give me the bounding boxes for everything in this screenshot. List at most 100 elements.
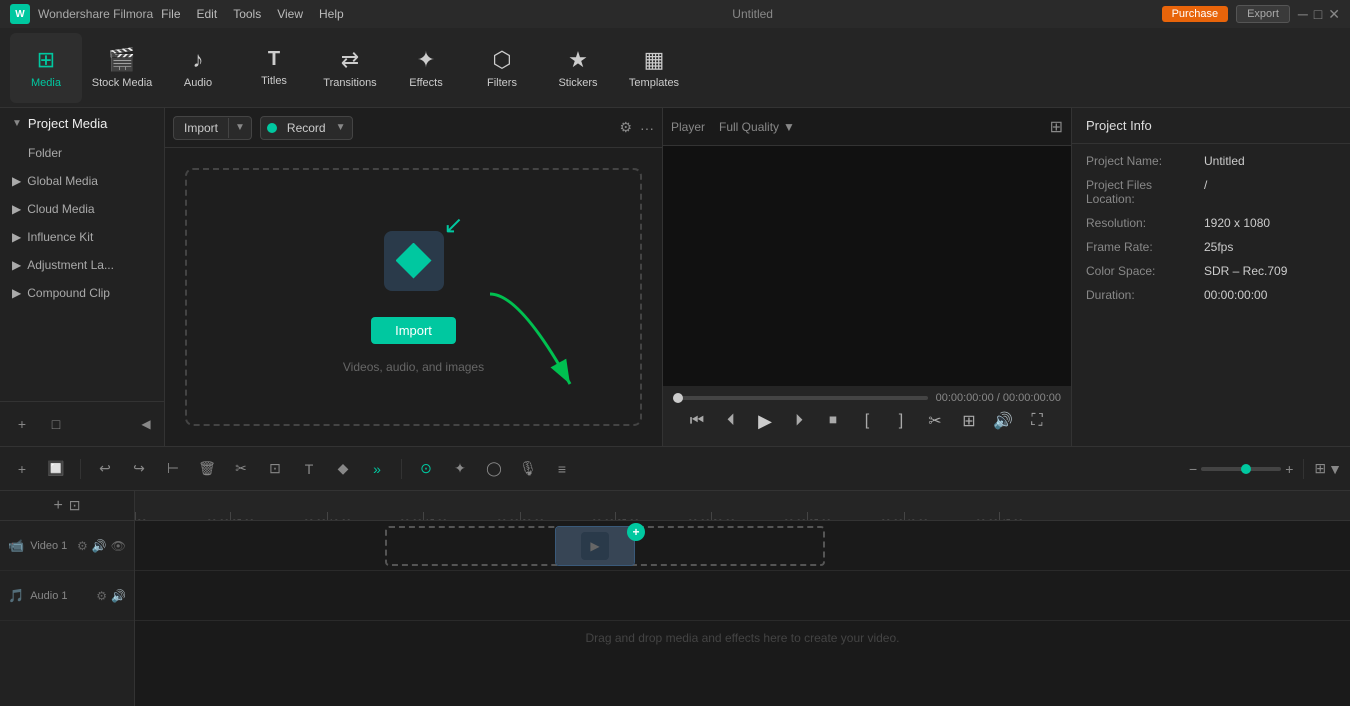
record-dropdown-button[interactable]: ▼ xyxy=(330,118,352,137)
toolbar-stock-media[interactable]: 🎬 Stock Media xyxy=(86,33,158,103)
tl-crop-button[interactable]: ⊡ xyxy=(261,455,289,483)
menu-file[interactable]: File xyxy=(161,7,180,21)
player-progress-slider[interactable] xyxy=(673,396,928,400)
timeline-tracks: ▶ + Drag and drop media and effects here… xyxy=(135,521,1350,706)
toolbar-audio[interactable]: ♪ Audio xyxy=(162,33,234,103)
sidebar-item-compound-clip[interactable]: ▶ Compound Clip xyxy=(0,279,164,307)
player-frame-back-button[interactable]: ⏴ xyxy=(718,408,744,434)
tl-layout-button[interactable]: ⊞ ▼ xyxy=(1314,460,1342,477)
tl-keyframe-button[interactable]: ◆ xyxy=(329,455,357,483)
add-track-icon[interactable]: + xyxy=(53,497,62,515)
player-play-button[interactable]: ▶ xyxy=(752,408,778,434)
player-mark-out-button[interactable]: ] xyxy=(888,408,914,434)
player-clip-button[interactable]: ✂ xyxy=(922,408,948,434)
stickers-label: Stickers xyxy=(558,77,597,89)
tl-magnet-button[interactable]: 🔲 xyxy=(42,455,70,483)
video-track-mute-icon[interactable]: 🔊 xyxy=(92,539,107,553)
adjustment-layer-chevron: ▶ xyxy=(12,258,21,272)
tl-more-tools-button[interactable]: » xyxy=(363,455,391,483)
filter-icon[interactable]: ⚙ xyxy=(619,119,632,136)
audio-track-settings-icon[interactable]: ⚙ xyxy=(96,589,107,603)
player-controls: 00:00:00:00 / 00:00:00:00 ⏮ ⏴ ▶ ⏵ ⏹ [ ] … xyxy=(663,386,1071,446)
project-duration-row: Duration: 00:00:00:00 xyxy=(1086,288,1336,302)
import-button[interactable]: Import xyxy=(174,117,228,139)
toolbar-effects[interactable]: ✦ Effects xyxy=(390,33,462,103)
tl-voice-button[interactable]: 🎙 xyxy=(514,455,542,483)
more-options-icon[interactable]: ··· xyxy=(640,120,654,136)
fit-button[interactable]: ⊡ xyxy=(69,497,81,514)
tl-zoom-slider[interactable] xyxy=(1201,467,1281,471)
player-volume-button[interactable]: 🔊 xyxy=(990,408,1016,434)
player-frame-forward-button[interactable]: ⏵ xyxy=(786,408,812,434)
tl-motion-button[interactable]: ✦ xyxy=(446,455,474,483)
content-area: ▼ Project Media Folder ▶ Global Media ▶ … xyxy=(0,108,1350,446)
minimize-button[interactable]: ─ xyxy=(1298,6,1308,23)
timeline-header-spacer: + ⊡ xyxy=(0,491,134,521)
tl-undo-button[interactable]: ↩ xyxy=(91,455,119,483)
audio-track-mute-icon[interactable]: 🔊 xyxy=(111,589,126,603)
player-mark-in-button[interactable]: [ xyxy=(854,408,880,434)
menu-view[interactable]: View xyxy=(277,7,303,21)
delete-item-button[interactable]: □ xyxy=(42,410,70,438)
menu-help[interactable]: Help xyxy=(319,7,344,21)
project-resolution-value: 1920 x 1080 xyxy=(1204,216,1270,230)
toolbar-filters[interactable]: ⬡ Filters xyxy=(466,33,538,103)
tl-cut-button[interactable]: ✂ xyxy=(227,455,255,483)
tl-zoom-out-icon[interactable]: − xyxy=(1189,461,1197,477)
add-folder-button[interactable]: + xyxy=(8,410,36,438)
tl-text-button[interactable]: T xyxy=(295,455,323,483)
player-skip-back-button[interactable]: ⏮ xyxy=(684,408,710,434)
tl-audio-track-button[interactable]: ≡ xyxy=(548,455,576,483)
video-track-text: Video 1 xyxy=(30,540,67,552)
tl-add-track-button[interactable]: + xyxy=(8,455,36,483)
project-info-header: Project Info xyxy=(1072,108,1350,144)
audio-icon: ♪ xyxy=(193,47,204,73)
player-tab[interactable]: Player xyxy=(671,120,705,134)
close-button[interactable]: ✕ xyxy=(1328,6,1340,23)
player-voiceover-button[interactable]: ⊞ xyxy=(956,408,982,434)
timeline-clip[interactable]: ▶ xyxy=(555,526,635,566)
download-arrow-icon: ↙ xyxy=(443,211,463,240)
sidebar-item-global-media[interactable]: ▶ Global Media xyxy=(0,167,164,195)
video-track-lock-icon[interactable]: 👁 xyxy=(111,539,126,553)
player-stop-button[interactable]: ⏹ xyxy=(820,408,846,434)
ruler-mark-0: 00:00 xyxy=(135,512,136,520)
toolbar-titles[interactable]: T Titles xyxy=(238,33,310,103)
maximize-button[interactable]: □ xyxy=(1314,6,1322,23)
filters-icon: ⬡ xyxy=(492,47,511,73)
tl-ripple-button[interactable]: ⊙ xyxy=(412,455,440,483)
tl-zoom-in-icon[interactable]: + xyxy=(1285,461,1293,477)
toolbar-templates[interactable]: ▦ Templates xyxy=(618,33,690,103)
video-track-settings-icon[interactable]: ⚙ xyxy=(77,539,88,553)
toolbar-stickers[interactable]: ★ Stickers xyxy=(542,33,614,103)
transitions-label: Transitions xyxy=(323,77,376,89)
player-quality-selector[interactable]: Full Quality ▼ xyxy=(719,120,795,134)
sidebar-item-influence-kit[interactable]: ▶ Influence Kit xyxy=(0,223,164,251)
menu-edit[interactable]: Edit xyxy=(197,7,218,21)
tl-split-button[interactable]: ⊢ xyxy=(159,455,187,483)
sidebar-item-adjustment-layer[interactable]: ▶ Adjustment La... xyxy=(0,251,164,279)
toolbar-media[interactable]: ⊞ Media xyxy=(10,33,82,103)
player-timeline-row: 00:00:00:00 / 00:00:00:00 xyxy=(673,392,1061,404)
toolbar-transitions[interactable]: ⇄ Transitions xyxy=(314,33,386,103)
sidebar-item-folder[interactable]: Folder xyxy=(0,139,164,167)
menu-tools[interactable]: Tools xyxy=(233,7,261,21)
tl-delete-button[interactable]: 🗑 xyxy=(193,455,221,483)
project-framerate-label: Frame Rate: xyxy=(1086,240,1196,254)
sidebar-item-cloud-media[interactable]: ▶ Cloud Media xyxy=(0,195,164,223)
player-toolbar: Player Full Quality ▼ ⊞ xyxy=(663,108,1071,146)
sidebar-project-media[interactable]: ▼ Project Media xyxy=(0,108,164,139)
import-drop-zone[interactable]: ↙ Import Videos, audio, and images xyxy=(185,168,642,426)
import-dropdown-button[interactable]: ▼ xyxy=(229,118,251,137)
tl-separator-1 xyxy=(80,459,81,479)
titlebar-left: W Wondershare Filmora File Edit Tools Vi… xyxy=(10,4,344,24)
clip-add-button[interactable]: + xyxy=(627,523,645,541)
purchase-button[interactable]: Purchase xyxy=(1162,6,1228,22)
tl-mask-button[interactable]: ◯ xyxy=(480,455,508,483)
tl-redo-button[interactable]: ↪ xyxy=(125,455,153,483)
export-button[interactable]: Export xyxy=(1236,5,1290,23)
player-fullscreen-button[interactable]: ⛶ xyxy=(1024,408,1050,434)
sidebar-collapse-button[interactable]: ◀ xyxy=(136,414,156,434)
import-main-button[interactable]: Import xyxy=(371,317,456,344)
player-fullscreen-icon[interactable]: ⊞ xyxy=(1050,117,1063,137)
